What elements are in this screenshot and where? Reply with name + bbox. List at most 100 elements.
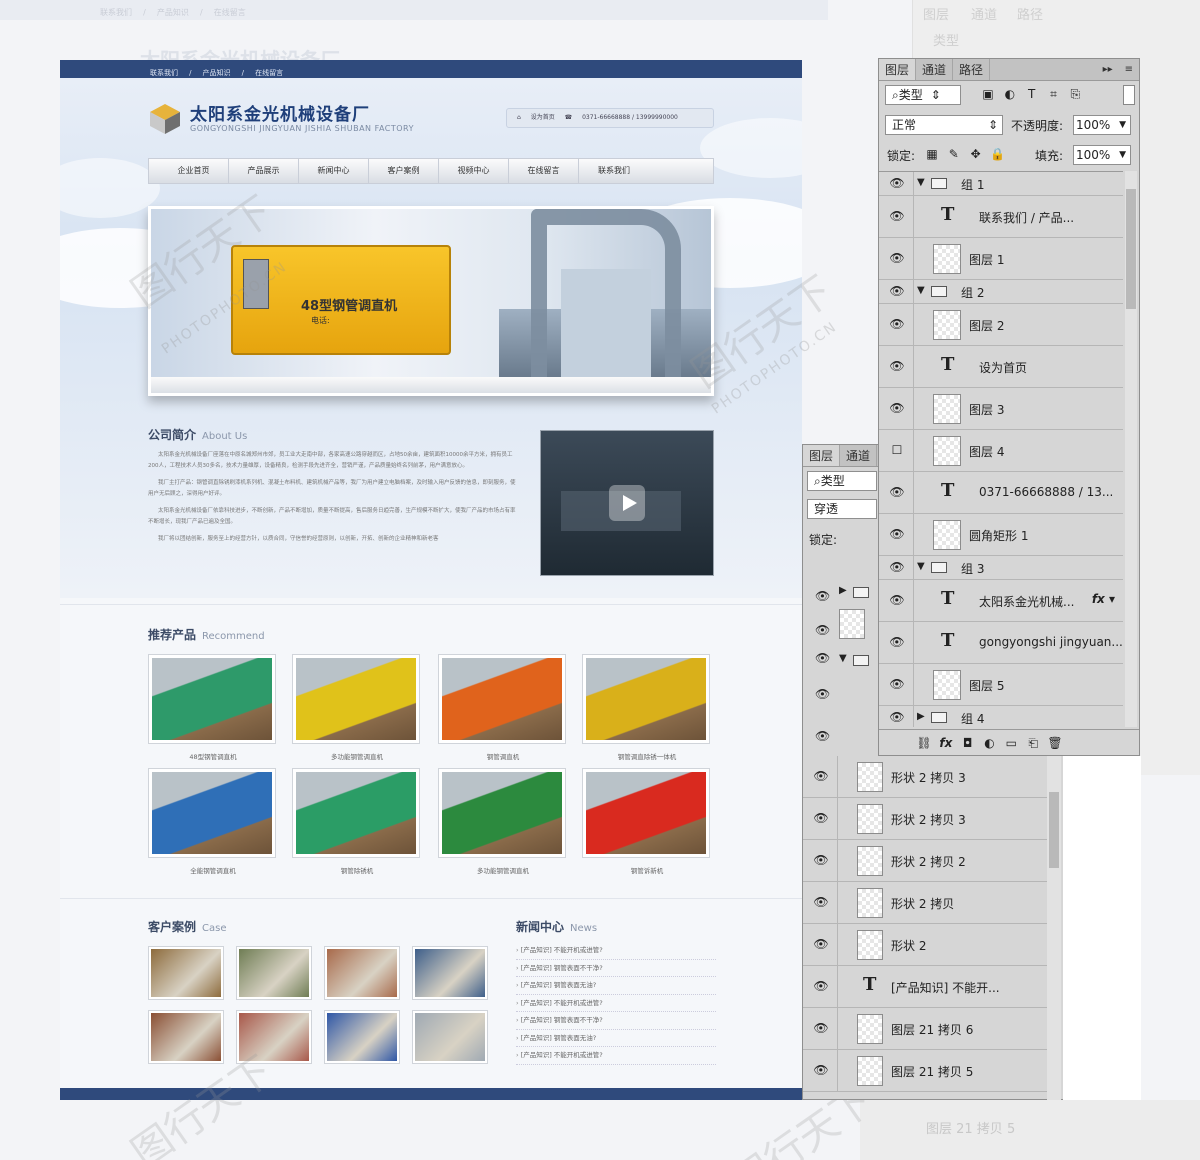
layer-row[interactable]: 👁 ▼ 组 1 — [879, 172, 1123, 196]
layer-row[interactable]: 👁 圆角矩形 1 — [879, 514, 1123, 556]
layer-row[interactable]: 👁 T 0371-66668888 / 13... — [879, 472, 1123, 514]
news-item[interactable]: [产品知识] 钢管表面不干净? — [516, 960, 716, 977]
expand-arrow-icon[interactable]: ▶ — [917, 711, 925, 722]
product-card[interactable]: 48型钢管调直机 — [148, 654, 276, 761]
panel-collapse-icon[interactable]: ▸▸ — [1097, 59, 1119, 80]
case-thumbnail[interactable] — [148, 946, 224, 1000]
product-card[interactable]: 钢管诉新机 — [582, 768, 710, 875]
layer-row[interactable]: 👁 ▶ 组 4 — [879, 706, 1123, 727]
case-thumbnail[interactable] — [412, 946, 488, 1000]
layer-row[interactable]: 👁 图层 21 拷贝 5 — [803, 1050, 1047, 1092]
nav-video[interactable]: 视频中心 — [439, 159, 509, 183]
layer-row[interactable]: 👁 图层 21 拷贝 6 — [803, 1008, 1047, 1050]
link-layers-icon[interactable]: ⛓ — [915, 730, 933, 756]
case-thumbnail[interactable] — [412, 1010, 488, 1064]
expand-arrow-icon[interactable]: ▼ — [839, 653, 847, 664]
eye-icon[interactable]: 👁 — [887, 401, 907, 415]
secondary-filter-select[interactable]: ⌕类型 — [807, 471, 877, 491]
eye-icon[interactable]: 👁 — [811, 769, 831, 783]
smart-filter-icon[interactable]: ⎘ — [1066, 87, 1084, 102]
eye-icon[interactable]: 👁 — [811, 895, 831, 909]
lock-move-icon[interactable]: ✥ — [967, 147, 985, 161]
lock-paint-icon[interactable]: ✎ — [945, 147, 963, 161]
news-item[interactable]: [产品知识] 钢管表面无油? — [516, 977, 716, 995]
visibility-off-icon[interactable]: ☐ — [887, 443, 907, 457]
case-thumbnail[interactable] — [324, 946, 400, 1000]
layer-row[interactable]: 👁 图层 5 — [879, 664, 1123, 706]
tab-channels-secondary[interactable]: 通道 — [840, 445, 878, 466]
scrollbar-thumb[interactable] — [1126, 189, 1136, 309]
news-item[interactable]: [产品知识] 不能开机或进管? — [516, 942, 716, 960]
fx-icon[interactable]: fx — [937, 730, 955, 756]
expand-arrow-icon[interactable]: ▼ — [917, 177, 925, 188]
opacity-input[interactable]: 100% ▼ — [1073, 115, 1131, 135]
eye-icon[interactable]: 👁 — [815, 729, 830, 743]
news-item[interactable]: [产品知识] 不能开机或进管? — [516, 995, 716, 1012]
eye-icon[interactable]: 👁 — [887, 485, 907, 499]
eye-icon[interactable]: 👁 — [887, 560, 907, 574]
case-thumbnail[interactable] — [324, 1010, 400, 1064]
filter-toggle[interactable] — [1123, 85, 1135, 105]
eye-icon[interactable]: 👁 — [811, 811, 831, 825]
mask-icon[interactable]: ◘ — [959, 730, 977, 756]
layer-row[interactable]: 👁 T 联系我们 / 产品... — [879, 196, 1123, 238]
nav-message[interactable]: 在线留言 — [509, 159, 579, 183]
layer-row[interactable]: 👁 形状 2 拷贝 2 — [803, 840, 1047, 882]
tab-layers[interactable]: 图层 — [879, 59, 917, 80]
lock-transparent-icon[interactable]: ▦ — [923, 147, 941, 161]
news-item[interactable]: [产品知识] 钢管表面不干净? — [516, 1012, 716, 1030]
eye-icon[interactable]: 👁 — [887, 527, 907, 541]
eye-icon[interactable]: 👁 — [811, 979, 831, 993]
nav-cases[interactable]: 客户案例 — [369, 159, 439, 183]
layer-row[interactable]: 👁 T [产品知识] 不能开... — [803, 966, 1047, 1008]
layer-row[interactable]: 👁 T 太阳系金光机械... fx ▾ — [879, 580, 1123, 622]
eye-icon[interactable]: 👁 — [811, 1063, 831, 1077]
eye-icon[interactable]: 👁 — [887, 635, 907, 649]
layer-row[interactable]: 👁 图层 2 — [879, 304, 1123, 346]
lock-all-icon[interactable]: 🔒 — [988, 147, 1006, 161]
layer-row[interactable]: 👁 形状 2 拷贝 — [803, 882, 1047, 924]
adjust-filter-icon[interactable]: ◐ — [1001, 87, 1019, 101]
nav-contact[interactable]: 联系我们 — [579, 159, 649, 183]
eye-icon[interactable]: 👁 — [811, 853, 831, 867]
expand-arrow-icon[interactable]: ▼ — [917, 285, 925, 296]
product-card[interactable]: 多功能钢管调直机 — [292, 654, 420, 761]
eye-icon[interactable]: 👁 — [887, 176, 907, 190]
product-card[interactable]: 钢管调直机 — [438, 654, 566, 761]
layer-filter-select[interactable]: ⌕类型 ⇕ — [885, 85, 961, 105]
eye-icon[interactable]: 👁 — [811, 937, 831, 951]
layer-row[interactable]: ☐ 图层 4 — [879, 430, 1123, 472]
expand-arrow-icon[interactable]: ▼ — [917, 561, 925, 572]
eye-icon[interactable]: 👁 — [887, 710, 907, 724]
eye-icon[interactable]: 👁 — [887, 284, 907, 298]
tab-channels[interactable]: 通道 — [916, 59, 954, 80]
expand-arrow-icon[interactable]: ▶ — [839, 585, 847, 596]
nav-products[interactable]: 产品展示 — [229, 159, 299, 183]
pixel-filter-icon[interactable]: ▣ — [979, 87, 997, 101]
text-filter-icon[interactable]: T — [1023, 87, 1041, 101]
product-card[interactable]: 钢管除锈机 — [292, 768, 420, 875]
news-item[interactable]: [产品知识] 钢管表面无油? — [516, 1030, 716, 1047]
layer-row[interactable]: 👁 T 设为首页 — [879, 346, 1123, 388]
fx-icon[interactable]: fx ▾ — [1092, 592, 1115, 606]
blend-mode-select[interactable]: 正常 ⇕ — [885, 115, 1003, 135]
news-item[interactable]: [产品知识] 不能开机或进管? — [516, 1047, 716, 1065]
scrollbar-thumb[interactable] — [1049, 792, 1059, 868]
new-group-icon[interactable]: ▭ — [1002, 730, 1020, 756]
new-layer-icon[interactable]: ⎗ — [1024, 730, 1042, 756]
nav-home[interactable]: 企业首页 — [159, 159, 229, 183]
adjustment-icon[interactable]: ◐ — [980, 730, 998, 756]
fill-input[interactable]: 100% ▼ — [1073, 145, 1131, 165]
case-thumbnail[interactable] — [236, 946, 312, 1000]
product-card[interactable]: 全能钢管调直机 — [148, 768, 276, 875]
eye-icon[interactable]: 👁 — [887, 317, 907, 331]
tab-paths[interactable]: 路径 — [953, 59, 991, 80]
eye-icon[interactable]: 👁 — [815, 651, 830, 665]
eye-icon[interactable]: 👁 — [887, 677, 907, 691]
eye-icon[interactable]: 👁 — [887, 209, 907, 223]
layer-row[interactable]: 👁 Tgongyongshi jingyuan... — [879, 622, 1123, 664]
shape-filter-icon[interactable]: ⌗ — [1044, 87, 1062, 102]
layer-row[interactable]: 👁 图层 3 — [879, 388, 1123, 430]
panel-menu-icon[interactable]: ≡ — [1119, 59, 1139, 80]
nav-news[interactable]: 新闻中心 — [299, 159, 369, 183]
